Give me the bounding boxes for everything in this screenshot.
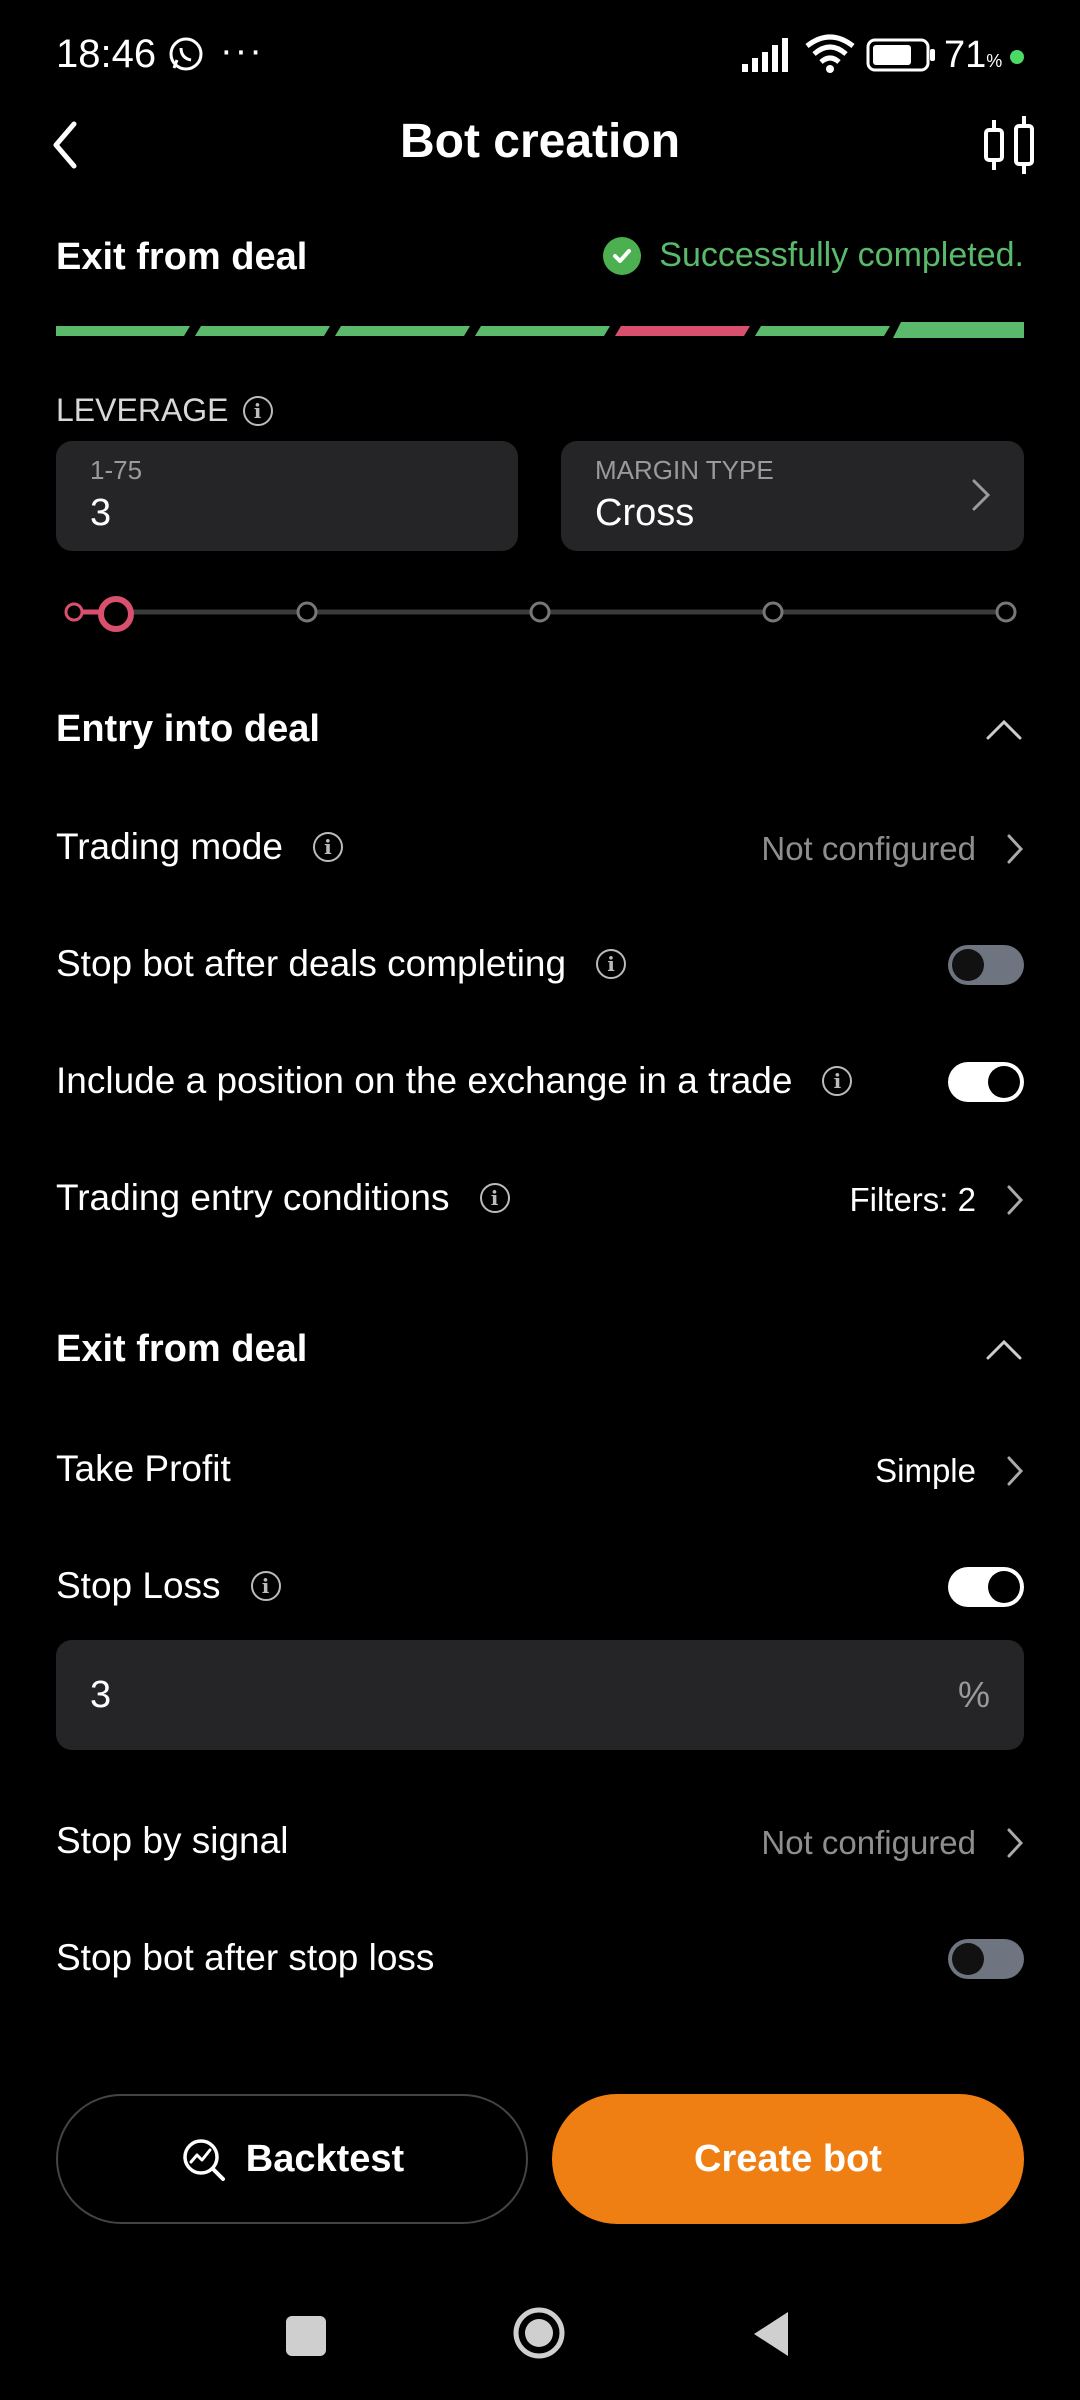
- entry-conditions-value: Filters: 2: [849, 1181, 976, 1218]
- backtest-label: Backtest: [245, 2137, 405, 2180]
- leverage-slider[interactable]: [56, 582, 1024, 642]
- stop-after-sl-toggle[interactable]: [948, 1939, 1024, 1979]
- stop-loss-unit: %: [957, 1674, 990, 1715]
- info-icon[interactable]: i: [250, 1571, 281, 1601]
- stop-by-signal-label: Stop by signal: [56, 1820, 289, 1861]
- backtest-chart-icon: [183, 2139, 225, 2181]
- margin-type-value: Cross: [595, 492, 695, 534]
- toggle-knob: [952, 949, 984, 981]
- progress-segment-5: [615, 326, 750, 336]
- step-status: Successfully completed.: [603, 236, 1024, 275]
- toggle-knob: [952, 1943, 984, 1975]
- info-icon[interactable]: i: [242, 395, 273, 426]
- entry-conditions-row[interactable]: Trading entry conditions i: [56, 1177, 510, 1219]
- info-icon[interactable]: i: [479, 1183, 510, 1213]
- progress-segment-1: [56, 326, 190, 336]
- stop-loss-row: Stop Loss i: [56, 1565, 281, 1607]
- take-profit-label: Take Profit: [56, 1448, 231, 1489]
- nav-back-button[interactable]: [752, 2310, 792, 2358]
- recent-apps-button[interactable]: [286, 2316, 326, 2356]
- slider-tick: [529, 601, 551, 623]
- leverage-label-text: LEVERAGE: [56, 392, 229, 428]
- take-profit-value: Simple: [875, 1452, 976, 1489]
- include-position-label: Include a position on the exchange in a …: [56, 1060, 793, 1101]
- progress-segment-6: [755, 326, 890, 336]
- stop-after-sl-label: Stop bot after stop loss: [56, 1937, 435, 1978]
- toggle-knob: [988, 1066, 1020, 1098]
- home-button[interactable]: [512, 2306, 566, 2360]
- trading-mode-label: Trading mode: [56, 826, 283, 867]
- signal-icon: [742, 38, 788, 72]
- battery-percent: 71%: [944, 34, 1003, 76]
- progress-segment-2: [195, 326, 330, 336]
- stop-by-signal-value-group[interactable]: Not configured: [761, 1824, 1024, 1862]
- take-profit-row[interactable]: Take Profit: [56, 1448, 231, 1490]
- check-circle-icon: [603, 236, 642, 275]
- stop-after-sl-row: Stop bot after stop loss: [56, 1937, 434, 1979]
- slider-tick: [296, 601, 318, 623]
- leverage-input[interactable]: 1-75 3: [56, 441, 518, 551]
- backtest-button[interactable]: Backtest: [56, 2094, 528, 2224]
- step-progress-bar[interactable]: [56, 322, 1024, 338]
- progress-segment-3: [335, 326, 470, 336]
- entry-conditions-label: Trading entry conditions: [56, 1177, 450, 1218]
- stop-loss-value[interactable]: 3: [90, 1674, 111, 1717]
- stop-loss-input[interactable]: 3 %: [56, 1640, 1024, 1750]
- stop-by-signal-value: Not configured: [761, 1824, 976, 1861]
- battery-icon: [866, 38, 935, 72]
- chevron-up-icon[interactable]: [984, 714, 1024, 744]
- chevron-right-icon: [1007, 1185, 1024, 1215]
- section-title-exit: Exit from deal: [56, 1328, 308, 1370]
- status-time: 18:46: [56, 32, 157, 76]
- section-title-entry: Entry into deal: [56, 708, 320, 750]
- slider-thumb: [97, 596, 134, 632]
- margin-type-select[interactable]: MARGIN TYPE Cross: [561, 441, 1024, 551]
- trading-mode-value: Not configured: [761, 830, 976, 867]
- page-title: Bot creation: [399, 115, 681, 168]
- toggle-knob: [988, 1571, 1020, 1603]
- slider-tick: [762, 601, 784, 623]
- include-position-row: Include a position on the exchange in a …: [56, 1060, 853, 1102]
- step-title: Exit from deal: [56, 236, 308, 278]
- info-icon[interactable]: i: [596, 949, 627, 979]
- leverage-value[interactable]: 3: [90, 492, 484, 535]
- stop-after-deals-toggle[interactable]: [948, 945, 1024, 985]
- chevron-up-icon[interactable]: [984, 1334, 1024, 1364]
- leverage-range-caption: 1-75: [90, 455, 143, 485]
- stop-loss-toggle[interactable]: [948, 1567, 1024, 1607]
- create-bot-button[interactable]: Create bot: [552, 2094, 1024, 2224]
- stop-after-deals-label: Stop bot after deals completing: [56, 943, 567, 984]
- margin-type-caption: MARGIN TYPE: [595, 455, 774, 485]
- privacy-indicator-dot: [1010, 50, 1024, 64]
- candlestick-chart-icon[interactable]: [982, 114, 1038, 178]
- slider-tick: [995, 601, 1017, 623]
- entry-conditions-value-group[interactable]: Filters: 2: [849, 1181, 1024, 1219]
- chevron-right-icon: [972, 479, 991, 511]
- status-bar: 18:46 ··· 71%: [0, 0, 1080, 110]
- progress-segment-4: [475, 326, 610, 336]
- create-bot-label: Create bot: [694, 2137, 882, 2180]
- stop-loss-label: Stop Loss: [56, 1565, 221, 1606]
- progress-segment-7: [893, 322, 1024, 338]
- chevron-right-icon: [1007, 1828, 1024, 1858]
- chevron-right-icon: [1007, 1456, 1024, 1486]
- wifi-icon: [805, 34, 855, 73]
- leverage-label: LEVERAGE i: [56, 392, 273, 429]
- stop-after-deals-row: Stop bot after deals completing i: [56, 943, 627, 985]
- info-icon[interactable]: i: [822, 1066, 853, 1096]
- chevron-right-icon: [1007, 834, 1024, 864]
- take-profit-value-group[interactable]: Simple: [875, 1452, 1024, 1490]
- trading-mode-row[interactable]: Trading mode i: [56, 826, 343, 868]
- step-status-text: Successfully completed.: [659, 236, 1024, 274]
- stop-by-signal-row[interactable]: Stop by signal: [56, 1820, 288, 1862]
- info-icon[interactable]: i: [312, 832, 343, 862]
- more-notifications-icon: ···: [220, 30, 264, 72]
- whatsapp-icon: [169, 37, 203, 71]
- slider-tick: [64, 602, 84, 622]
- include-position-toggle[interactable]: [948, 1062, 1024, 1102]
- trading-mode-value-group[interactable]: Not configured: [761, 830, 1024, 868]
